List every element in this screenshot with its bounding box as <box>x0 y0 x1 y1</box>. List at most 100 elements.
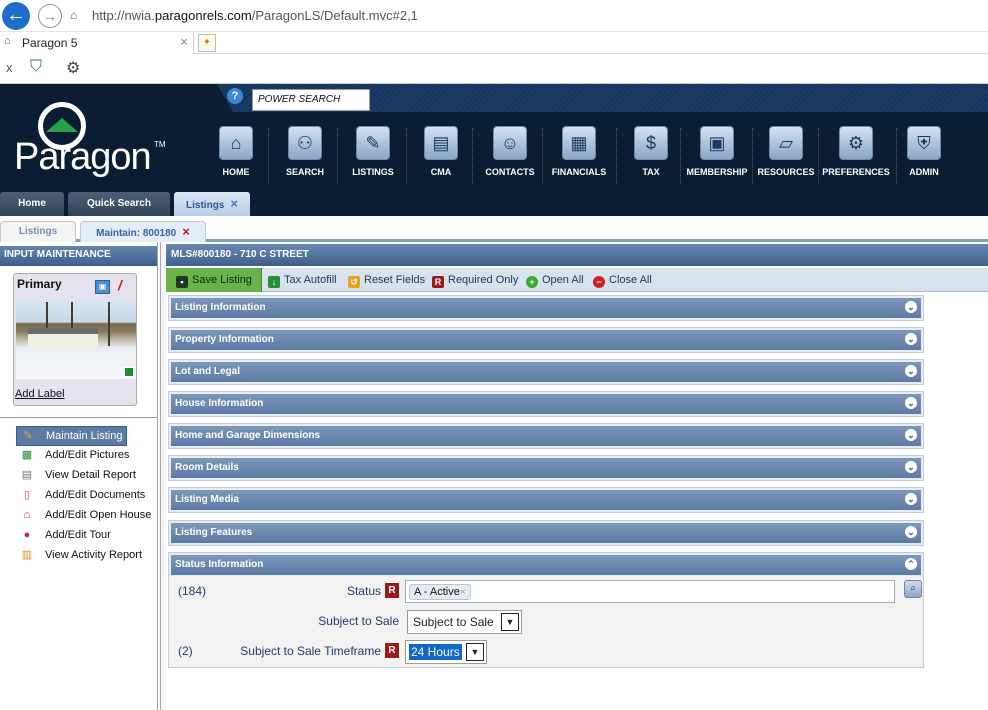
power-search-input[interactable]: POWER SEARCH <box>252 89 370 111</box>
add-label-link[interactable]: Add Label <box>15 388 65 400</box>
back-button[interactable]: ← <box>2 2 30 30</box>
menu-label: Add/Edit Open House <box>45 509 152 521</box>
section-listing-features[interactable]: Listing Features ⌄ <box>168 520 924 546</box>
chevron-down-icon[interactable]: ⌄ <box>905 397 917 409</box>
section-property-information[interactable]: Property Information ⌄ <box>168 327 924 353</box>
save-listing-button[interactable]: ▪ Save Listing <box>166 268 262 292</box>
browser-tab[interactable]: ⌂ Paragon 5 × <box>0 32 194 54</box>
calculator-icon: ▦ <box>562 126 596 160</box>
nav-label: TAX <box>642 167 660 177</box>
subtab-maintain[interactable]: Maintain: 800180 × <box>80 221 206 242</box>
required-only-button[interactable]: R Required Only <box>432 268 518 292</box>
chevron-down-icon[interactable]: ⌄ <box>905 333 917 345</box>
close-all-button[interactable]: − Close All <box>593 268 652 292</box>
section-bar: Listing Media <box>171 490 921 510</box>
logo-roof <box>46 118 78 132</box>
tax-autofill-button[interactable]: ↓ Tax Autofill <box>268 268 337 292</box>
contacts-icon: ☺ <box>493 126 527 160</box>
subtab-listings[interactable]: Listings <box>0 221 76 242</box>
paragon-favicon-icon: ⌂ <box>4 35 11 47</box>
chevron-down-icon[interactable]: ⌄ <box>905 526 917 538</box>
open-all-button[interactable]: + Open All <box>526 268 584 292</box>
menu-add-edit-open-house[interactable]: ⌂ Add/Edit Open House <box>16 506 156 526</box>
photo-manage-icon[interactable]: ▣ <box>95 280 110 294</box>
input-maintenance-header: INPUT MAINTENANCE <box>0 246 157 266</box>
status-chip[interactable]: A - Active× <box>409 584 471 600</box>
tab-quick-search[interactable]: Quick Search <box>68 192 170 216</box>
close-icon[interactable]: x <box>6 60 13 75</box>
chevron-down-icon[interactable]: ⌄ <box>905 429 917 441</box>
listing-photo[interactable] <box>16 300 136 379</box>
section-listing-information[interactable]: Listing Information ⌄ <box>168 295 924 321</box>
new-tab-button[interactable]: ✦ <box>198 34 216 52</box>
url-field[interactable]: http://nwia.paragonrels.com/ParagonLS/De… <box>92 8 418 23</box>
photo-house <box>28 328 98 348</box>
wrench-icon[interactable]: ⚙ <box>66 58 80 78</box>
pencil-icon: ✎ <box>23 430 33 442</box>
tab-home[interactable]: Home <box>0 192 64 216</box>
subject-to-sale-value: Subject to Sale <box>413 615 494 629</box>
nav-preferences[interactable]: ⚙ PREFERENCES <box>822 126 890 186</box>
lookup-search-icon[interactable]: ⌕ <box>904 580 922 598</box>
section-status-information[interactable]: Status Information ⌃ <box>168 552 924 578</box>
forward-button[interactable]: → <box>38 4 62 28</box>
nav-tax[interactable]: $ TAX <box>630 126 672 186</box>
section-room-details[interactable]: Room Details ⌄ <box>168 455 924 481</box>
nav-resources[interactable]: ▱ RESOURCES <box>757 126 815 186</box>
section-listing-media[interactable]: Listing Media ⌄ <box>168 487 924 513</box>
status-information-body: (184) Status R A - Active× ⌕ Subject to … <box>168 576 924 668</box>
chevron-down-icon[interactable]: ⌄ <box>905 365 917 377</box>
tab-close-icon[interactable]: × <box>180 34 188 49</box>
reset-fields-button[interactable]: ↺ Reset Fields <box>348 268 425 292</box>
chip-remove-icon[interactable]: × <box>460 587 466 598</box>
menu-view-activity-report[interactable]: ▥ View Activity Report <box>16 546 156 566</box>
app-tab-bar: Home Quick Search Listings × <box>0 192 988 216</box>
home-icon: ⌂ <box>219 126 253 160</box>
menu-add-edit-pictures[interactable]: ▩ Add/Edit Pictures <box>16 446 156 466</box>
panel-splitter[interactable] <box>160 242 165 710</box>
tab-close-icon[interactable]: × <box>230 196 238 211</box>
browser-tab-bar: ⌂ Paragon 5 × ✦ <box>0 32 988 54</box>
nav-search[interactable]: ⚇ SEARCH <box>279 126 331 186</box>
menu-label: Add/Edit Tour <box>45 529 111 541</box>
menu-maintain-listing[interactable]: ✎ Maintain Listing <box>16 426 127 446</box>
required-only-label: Required Only <box>448 274 519 286</box>
nav-listings[interactable]: ✎ LISTINGS <box>346 126 400 186</box>
nav-contacts[interactable]: ☺ CONTACTS <box>482 126 538 186</box>
section-home-garage-dimensions[interactable]: Home and Garage Dimensions ⌄ <box>168 423 924 449</box>
nav-home[interactable]: ⌂ HOME <box>214 126 258 186</box>
subtab-close-icon[interactable]: × <box>182 224 190 239</box>
section-house-information[interactable]: House Information ⌄ <box>168 391 924 417</box>
nav-cma[interactable]: ▤ CMA <box>418 126 464 186</box>
address-bar: ← → ⌂ http://nwia.paragonrels.com/Parago… <box>0 0 988 32</box>
menu-add-edit-tour[interactable]: ● Add/Edit Tour <box>16 526 156 546</box>
nav-separator <box>472 128 473 184</box>
left-panel: INPUT MAINTENANCE Primary ▣ / Add Label … <box>0 242 158 710</box>
logo-tm: TM <box>154 140 166 149</box>
timeframe-row: (2) Subject to Sale Timeframe R 24 Hours… <box>169 640 925 664</box>
timeframe-select[interactable]: 24 Hours ▼ <box>405 640 487 664</box>
subject-to-sale-select[interactable]: Subject to Sale ▼ <box>407 610 522 634</box>
nav-separator <box>616 128 617 184</box>
menu-add-edit-documents[interactable]: ▯ Add/Edit Documents <box>16 486 156 506</box>
photo-edit-icon[interactable]: / <box>118 277 122 293</box>
help-icon[interactable]: ? <box>227 88 243 104</box>
status-field[interactable]: A - Active× <box>405 580 895 603</box>
nav-separator <box>268 128 269 184</box>
nav-separator <box>337 128 338 184</box>
shield-check-icon[interactable]: ⛉ <box>30 58 42 76</box>
nav-separator <box>680 128 681 184</box>
activity-chart-icon: ▥ <box>21 549 33 561</box>
section-lot-and-legal[interactable]: Lot and Legal ⌄ <box>168 359 924 385</box>
nav-admin[interactable]: ⛨ ADMIN <box>904 126 944 186</box>
menu-view-detail-report[interactable]: ▤ View Detail Report <box>16 466 156 486</box>
chevron-up-icon[interactable]: ⌃ <box>905 558 917 570</box>
chevron-down-icon[interactable]: ⌄ <box>905 493 917 505</box>
nav-membership[interactable]: ▣ MEMBERSHIP <box>685 126 749 186</box>
chevron-down-icon[interactable]: ⌄ <box>905 461 917 473</box>
chevron-down-icon[interactable]: ⌄ <box>905 301 917 313</box>
tab-listings[interactable]: Listings × <box>174 192 250 216</box>
chevron-down-icon: ▼ <box>501 613 519 631</box>
left-menu: ✎ Maintain Listing ▩ Add/Edit Pictures ▤ Vi… <box>16 426 156 566</box>
nav-financials[interactable]: ▦ FINANCIALS <box>549 126 609 186</box>
